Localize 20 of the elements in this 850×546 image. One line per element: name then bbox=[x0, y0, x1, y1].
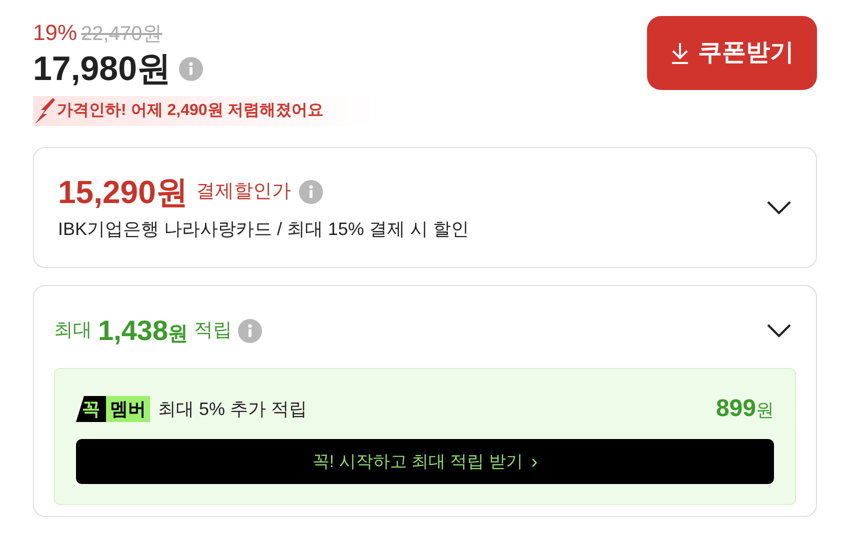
download-icon bbox=[670, 41, 690, 65]
card-discount-description: IBK기업은행 나라사랑카드 / 최대 15% 결제 시 할인 bbox=[58, 218, 470, 241]
info-icon[interactable] bbox=[298, 180, 323, 204]
points-suffix: 적립 bbox=[194, 318, 232, 343]
info-icon[interactable] bbox=[179, 57, 203, 81]
points-prefix: 최대 bbox=[54, 318, 92, 343]
coupon-download-button[interactable]: 쿠폰받기 bbox=[647, 16, 817, 90]
discount-price-label: 결제할인가 bbox=[196, 180, 291, 204]
original-price: 22,470원 bbox=[81, 22, 162, 47]
sale-price: 17,980원 bbox=[33, 49, 171, 90]
membership-text: 최대 5% 추가 적립 bbox=[158, 398, 308, 420]
info-icon[interactable] bbox=[238, 319, 262, 343]
discount-rate: 19% bbox=[33, 19, 78, 47]
chevron-down-icon[interactable] bbox=[766, 323, 792, 339]
discount-price: 15,290원 bbox=[58, 173, 188, 212]
points-amount: 1,438원 bbox=[98, 314, 188, 348]
chevron-down-icon[interactable] bbox=[766, 200, 792, 216]
price-drop-message: 가격인하! 어제 2,490원 저렴해졌어요 bbox=[57, 101, 324, 121]
membership-points: 899원 bbox=[716, 394, 774, 424]
membership-start-button[interactable]: 꼭! 시작하고 최대 적립 받기 › bbox=[76, 439, 774, 484]
